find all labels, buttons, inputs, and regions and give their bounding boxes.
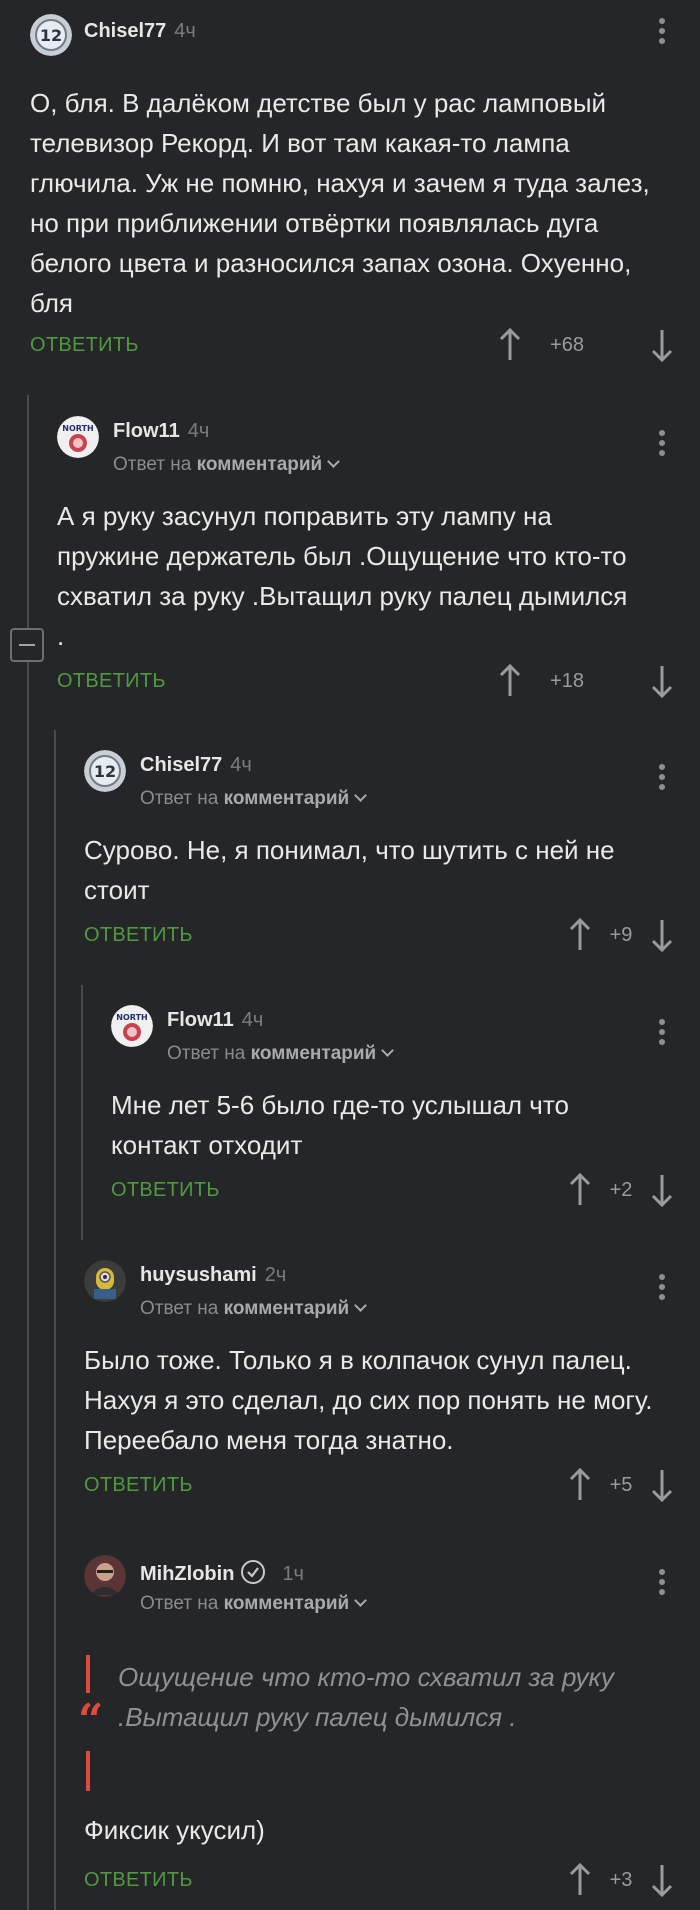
reply-to-link[interactable]: Ответ на комментарий bbox=[140, 1298, 368, 1320]
more-options-icon[interactable] bbox=[650, 14, 674, 54]
comment-header: huysushami 2ч Ответ на комментарий bbox=[84, 1260, 674, 1319]
avatar[interactable]: 12 bbox=[30, 14, 72, 56]
avatar[interactable] bbox=[84, 1260, 126, 1302]
comment-time: 4ч bbox=[187, 420, 210, 442]
comment-actions: ОТВЕТИТЬ +68 bbox=[30, 326, 674, 366]
thread-line-level-1 bbox=[27, 395, 29, 1910]
upvote-icon[interactable] bbox=[568, 1173, 592, 1207]
comment-header: NORTH Flow11 4ч Ответ на комментарий bbox=[57, 416, 674, 475]
chevron-down-icon bbox=[354, 1299, 368, 1312]
rating-value: +3 bbox=[609, 1869, 633, 1891]
author-name[interactable]: MihZlobin 1ч bbox=[140, 1559, 304, 1586]
more-options-icon[interactable] bbox=[650, 1565, 674, 1605]
reply-button[interactable]: ОТВЕТИТЬ bbox=[84, 924, 193, 947]
comment-actions: ОТВЕТИТЬ +18 bbox=[57, 662, 674, 702]
reply-button[interactable]: ОТВЕТИТЬ bbox=[30, 334, 139, 357]
chevron-down-icon bbox=[327, 455, 341, 468]
svg-text:12: 12 bbox=[40, 26, 62, 45]
author-name[interactable]: Chisel77 4ч bbox=[140, 754, 252, 777]
comment-text: О, бля. В далёком детстве был у рас ламп… bbox=[30, 88, 650, 318]
quote-bar bbox=[86, 1751, 90, 1791]
chevron-down-icon bbox=[381, 1044, 395, 1057]
comment-header: NORTH Flow11 4ч Ответ на комментарий bbox=[111, 1005, 674, 1064]
comment: MihZlobin 1ч Ответ на комментарий “ Ощуще… bbox=[78, 1555, 674, 1901]
comment-time: 2ч bbox=[264, 1264, 287, 1286]
avatar[interactable]: NORTH bbox=[57, 416, 99, 458]
comment: huysushami 2ч Ответ на комментарий Было т… bbox=[84, 1260, 674, 1510]
comment: NORTH Flow11 4ч Ответ на комментарий Мне … bbox=[111, 1005, 674, 1215]
quote-block: “ Ощущение что кто-то схватил за руку .В… bbox=[78, 1655, 646, 1795]
downvote-icon[interactable] bbox=[650, 918, 674, 952]
rating-value: +5 bbox=[609, 1474, 633, 1496]
author-name[interactable]: huysushami 2ч bbox=[140, 1264, 286, 1287]
comment: 12 Chisel77 4ч О, бля. В далёком детстве … bbox=[30, 14, 674, 370]
downvote-icon[interactable] bbox=[650, 1173, 674, 1207]
verified-icon bbox=[241, 1560, 266, 1584]
comment-text: Сурово. Не, я понимал, что шутить с ней … bbox=[84, 835, 615, 905]
comment-header: 12 Chisel77 4ч bbox=[30, 14, 674, 58]
rating-value: +2 bbox=[609, 1179, 633, 1201]
author-name[interactable]: Flow11 4ч bbox=[113, 420, 209, 443]
rating-value: +68 bbox=[550, 334, 584, 356]
comment-actions: ОТВЕТИТЬ +5 bbox=[84, 1466, 674, 1506]
svg-text:NORTH: NORTH bbox=[62, 424, 93, 433]
chevron-down-icon bbox=[354, 789, 368, 802]
more-options-icon[interactable] bbox=[650, 760, 674, 800]
upvote-icon[interactable] bbox=[498, 664, 522, 698]
reply-to-link[interactable]: Ответ на комментарий bbox=[113, 454, 341, 476]
more-options-icon[interactable] bbox=[650, 1015, 674, 1055]
reply-button[interactable]: ОТВЕТИТЬ bbox=[84, 1474, 193, 1497]
comment-actions: ОТВЕТИТЬ +2 bbox=[111, 1171, 674, 1211]
reply-button[interactable]: ОТВЕТИТЬ bbox=[84, 1869, 193, 1892]
downvote-icon[interactable] bbox=[650, 1863, 674, 1897]
comment: NORTH Flow11 4ч Ответ на комментарий А я … bbox=[57, 416, 674, 706]
upvote-icon[interactable] bbox=[568, 918, 592, 952]
comment-header: MihZlobin 1ч Ответ на комментарий bbox=[84, 1555, 674, 1614]
comment: 12 Chisel77 4ч Ответ на комментарий Суров… bbox=[84, 750, 674, 960]
comment-time: 4ч bbox=[241, 1009, 264, 1031]
avatar[interactable] bbox=[84, 1555, 126, 1597]
comment-time: 4ч bbox=[230, 754, 252, 776]
comment-text: Фиксик укусил) bbox=[84, 1815, 265, 1845]
downvote-icon[interactable] bbox=[650, 328, 674, 362]
author-name[interactable]: Flow11 4ч bbox=[167, 1009, 263, 1032]
comment-time: 1ч bbox=[282, 1563, 304, 1585]
more-options-icon[interactable] bbox=[650, 426, 674, 466]
reply-button[interactable]: ОТВЕТИТЬ bbox=[111, 1179, 220, 1202]
thread-line-level-3 bbox=[81, 985, 83, 1240]
rating-value: +18 bbox=[550, 670, 584, 692]
upvote-icon[interactable] bbox=[568, 1468, 592, 1502]
comment-header: 12 Chisel77 4ч Ответ на комментарий bbox=[84, 750, 674, 809]
chevron-down-icon bbox=[354, 1594, 368, 1607]
more-options-icon[interactable] bbox=[650, 1270, 674, 1310]
comment-time: 4ч bbox=[174, 20, 196, 42]
svg-text:12: 12 bbox=[94, 762, 116, 781]
rating-value: +9 bbox=[609, 924, 633, 946]
reply-to-link[interactable]: Ответ на комментарий bbox=[140, 1593, 368, 1615]
comment-text: Было тоже. Только я в колпачок сунул пал… bbox=[84, 1345, 653, 1455]
downvote-icon[interactable] bbox=[650, 664, 674, 698]
reply-to-link[interactable]: Ответ на комментарий bbox=[167, 1043, 395, 1065]
svg-text:NORTH: NORTH bbox=[116, 1013, 147, 1022]
author-name[interactable]: Chisel77 4ч bbox=[84, 20, 196, 43]
downvote-icon[interactable] bbox=[650, 1468, 674, 1502]
avatar[interactable]: NORTH bbox=[111, 1005, 153, 1047]
comment-actions: ОТВЕТИТЬ +3 bbox=[84, 1861, 674, 1901]
reply-to-link[interactable]: Ответ на комментарий bbox=[140, 788, 368, 810]
upvote-icon[interactable] bbox=[568, 1863, 592, 1897]
avatar[interactable]: 12 bbox=[84, 750, 126, 792]
comment-text: Мне лет 5-6 было где-то услышал что конт… bbox=[111, 1090, 569, 1160]
quote-bar bbox=[86, 1655, 90, 1693]
quote-text: Ощущение что кто-то схватил за руку .Выт… bbox=[118, 1662, 614, 1732]
reply-button[interactable]: ОТВЕТИТЬ bbox=[57, 670, 166, 693]
upvote-icon[interactable] bbox=[498, 328, 522, 362]
quote-icon: “ bbox=[78, 1695, 104, 1746]
comment-text: А я руку засунул поправить эту лампу на … bbox=[57, 501, 628, 651]
thread-line-level-2 bbox=[54, 730, 56, 1910]
collapse-thread-button[interactable] bbox=[10, 628, 44, 662]
comment-actions: ОТВЕТИТЬ +9 bbox=[84, 916, 674, 956]
